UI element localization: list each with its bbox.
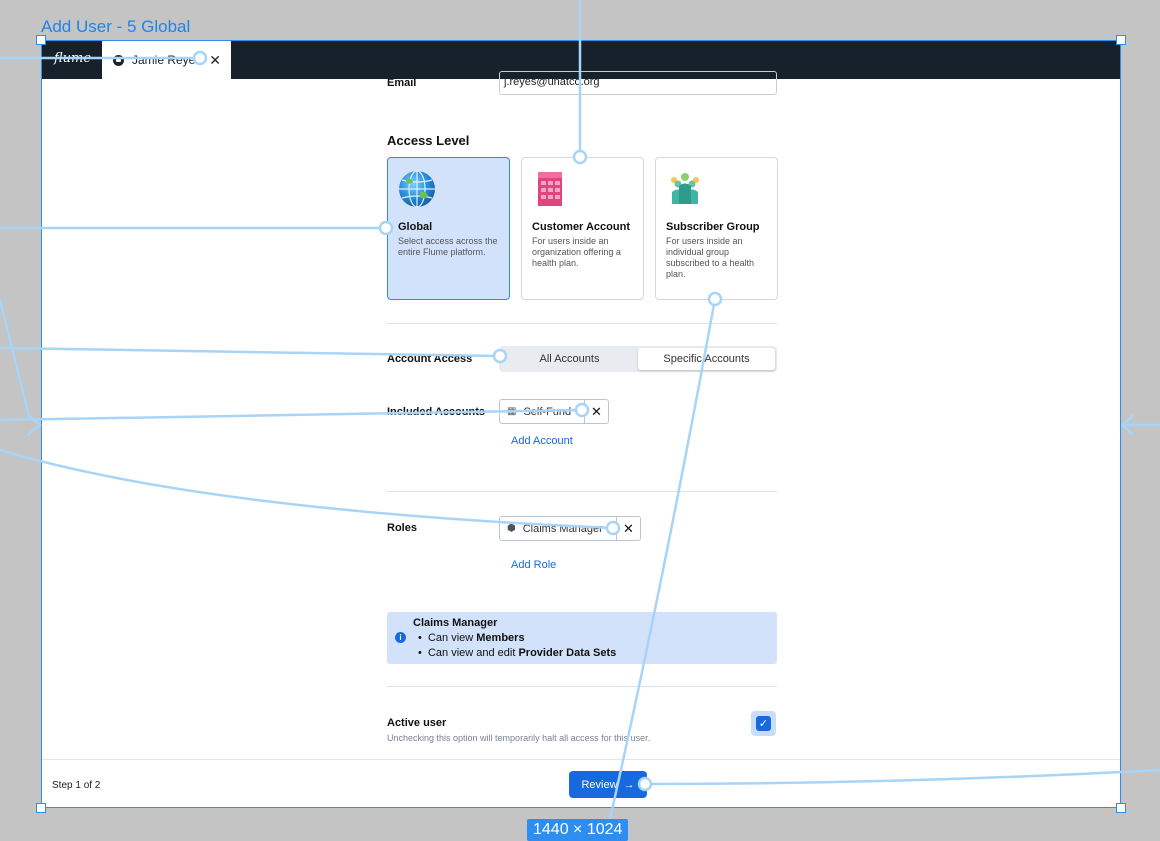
- divider: [387, 323, 777, 324]
- access-option-customer-account[interactable]: Customer Account For users inside an org…: [521, 157, 644, 300]
- roles-label: Roles: [387, 522, 417, 534]
- option-title: Global: [398, 221, 433, 233]
- resize-handle-bottom-right[interactable]: [1116, 803, 1126, 813]
- artboard-frame: flume Jamie Reyes ✕ Email j.reyes@unatco…: [41, 40, 1121, 808]
- add-role-link[interactable]: Add Role: [511, 559, 556, 571]
- active-user-checkbox[interactable]: ✓: [751, 711, 776, 736]
- divider: [387, 686, 777, 687]
- access-option-global[interactable]: Global Select access across the entire F…: [387, 157, 510, 300]
- remove-chip-icon[interactable]: ✕: [616, 517, 640, 540]
- close-icon[interactable]: ✕: [209, 52, 221, 69]
- option-description: Select access across the entire Flume pl…: [398, 236, 498, 257]
- review-label: Review: [581, 778, 618, 791]
- role-permission-item: • Can view Members: [418, 632, 525, 644]
- wire-arrow-icon: [27, 414, 42, 436]
- email-field[interactable]: j.reyes@unatco.org: [499, 71, 777, 95]
- divider: [387, 491, 777, 492]
- frame-title[interactable]: Add User - 5 Global: [41, 17, 190, 37]
- active-user-label: Active user: [387, 717, 447, 729]
- account-access-toggle[interactable]: All Accounts Specific Accounts: [499, 346, 777, 372]
- info-icon: i: [395, 632, 406, 643]
- footer-bar: Step 1 of 2 Review →: [42, 759, 1120, 807]
- flume-logo: flume: [54, 51, 92, 66]
- globe-icon: [399, 170, 435, 208]
- role-info-title: Claims Manager: [413, 617, 498, 629]
- shield-icon: ⬢: [507, 523, 516, 534]
- resize-handle-top-right[interactable]: [1116, 35, 1126, 45]
- review-button[interactable]: Review →: [569, 771, 647, 798]
- chip-label: Claims Manager: [522, 522, 603, 535]
- option-title: Subscriber Group: [666, 221, 760, 233]
- people-group-icon: [671, 173, 699, 204]
- resize-handle-top-left[interactable]: [36, 35, 46, 45]
- segment-specific-accounts[interactable]: Specific Accounts: [638, 348, 775, 370]
- tab-label: Jamie Reyes: [132, 53, 202, 67]
- frame-dimensions-badge: 1440 × 1024: [527, 819, 629, 841]
- active-user-help: Unchecking this option will temporarily …: [387, 733, 651, 743]
- building-icon: ▦: [507, 406, 517, 417]
- step-indicator: Step 1 of 2: [52, 780, 101, 791]
- option-title: Customer Account: [532, 221, 630, 233]
- option-description: For users inside an organization offerin…: [532, 236, 621, 268]
- access-option-subscriber-group[interactable]: Subscriber Group For users inside an ind…: [655, 157, 778, 300]
- access-level-title: Access Level: [387, 133, 470, 148]
- prototype-wire: [0, 299, 32, 421]
- add-account-link[interactable]: Add Account: [511, 435, 573, 447]
- wire-arrow-icon: [1121, 414, 1134, 436]
- option-description: For users inside an individual group sub…: [666, 236, 755, 279]
- user-circle-icon: [113, 54, 124, 66]
- building-icon: [538, 172, 562, 206]
- role-permission-item: • Can view and edit Provider Data Sets: [418, 647, 617, 659]
- account-chip-self-fund[interactable]: ▦ Self-Fund ✕: [499, 399, 609, 424]
- remove-chip-icon[interactable]: ✕: [584, 400, 608, 423]
- account-access-label: Account Access: [387, 353, 473, 365]
- arrow-right-icon: →: [623, 778, 635, 791]
- role-info-box: i Claims Manager • Can view Members • Ca…: [387, 612, 777, 664]
- resize-handle-bottom-left[interactable]: [36, 803, 46, 813]
- tab-jamie-reyes[interactable]: Jamie Reyes ✕: [102, 41, 231, 79]
- chip-label: Self-Fund: [523, 405, 572, 418]
- included-accounts-label: Included Accounts: [387, 406, 485, 418]
- checkmark-icon: ✓: [756, 716, 771, 731]
- role-chip-claims-manager[interactable]: ⬢ Claims Manager ✕: [499, 516, 641, 541]
- email-label: Email: [387, 77, 417, 89]
- segment-all-accounts[interactable]: All Accounts: [501, 348, 638, 370]
